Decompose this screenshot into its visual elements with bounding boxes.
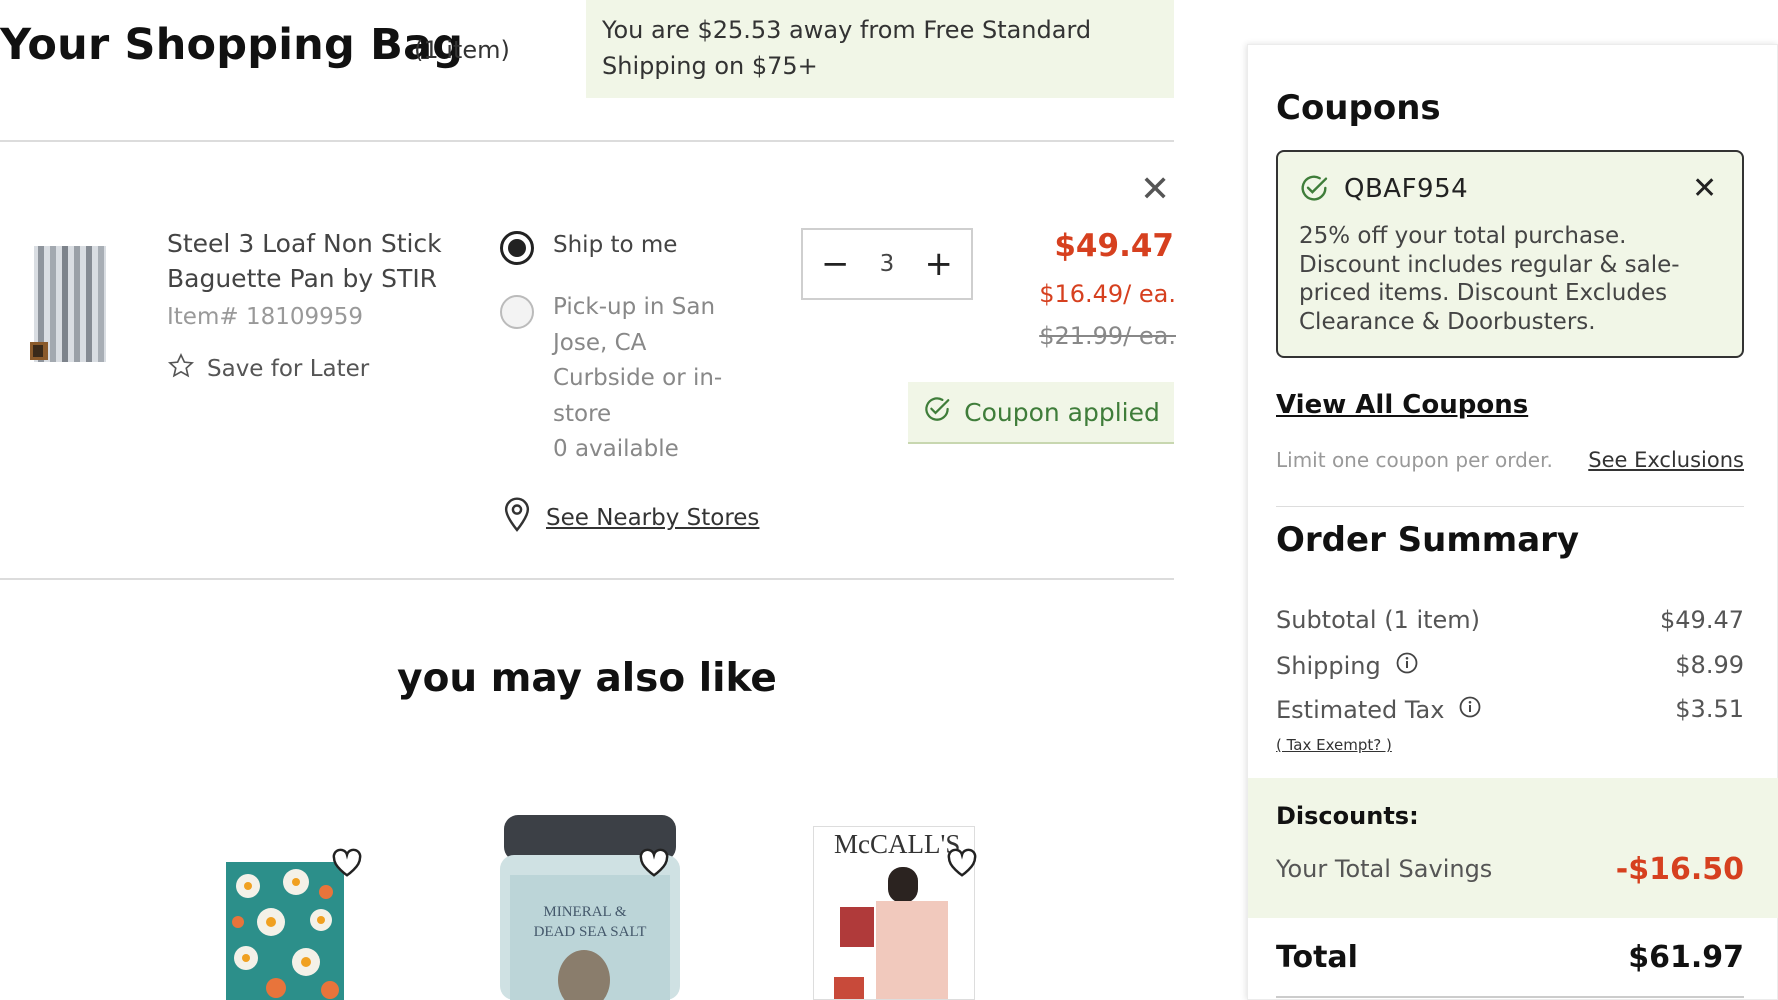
- total-savings-value: -$16.50: [1615, 852, 1744, 887]
- remove-item-close-icon[interactable]: ✕: [1140, 172, 1170, 208]
- check-circle-icon: [922, 394, 952, 430]
- view-all-coupons-link[interactable]: View All Coupons: [1276, 390, 1528, 420]
- recommendations-title: you may also like: [397, 656, 777, 701]
- tax-exempt-link[interactable]: ( Tax Exempt? ): [1276, 736, 1392, 754]
- subtotal-value: $49.47: [1660, 606, 1744, 634]
- save-for-later-label: Save for Later: [207, 356, 370, 382]
- coupons-title: Coupons: [1276, 88, 1441, 128]
- salt-label-line2: DEAD SEA SALT: [533, 924, 647, 940]
- tax-label-text: Estimated Tax: [1276, 696, 1445, 724]
- wishlist-heart-icon[interactable]: [637, 848, 671, 878]
- pickup-radio[interactable]: [500, 295, 534, 329]
- coupon-limit-note: Limit one coupon per order.: [1276, 448, 1553, 472]
- shipping-label-text: Shipping: [1276, 652, 1381, 680]
- increase-quantity-plus-icon[interactable]: +: [924, 247, 953, 281]
- ship-to-me-radio[interactable]: [500, 231, 534, 265]
- quantity-stepper: − 3 +: [801, 228, 973, 300]
- pickup-line: Jose, CA: [553, 329, 647, 356]
- coupon-applied-badge: Coupon applied: [908, 382, 1174, 444]
- coupon-code: QBAF954: [1344, 174, 1469, 204]
- see-nearby-stores-link[interactable]: See Nearby Stores: [500, 496, 759, 540]
- divider: [0, 578, 1174, 580]
- save-for-later-button[interactable]: Save for Later: [167, 352, 369, 386]
- quantity-value[interactable]: 3: [880, 251, 895, 277]
- free-shipping-line2: Shipping on $75+: [602, 52, 818, 80]
- info-icon[interactable]: [1395, 651, 1419, 681]
- item-count: (1 item): [414, 36, 510, 64]
- discounts-section: [1248, 778, 1778, 918]
- divider: [0, 140, 1174, 142]
- pickup-line: Pick-up in San: [553, 294, 716, 320]
- order-total-value: $61.97: [1628, 940, 1744, 975]
- see-nearby-stores-label[interactable]: See Nearby Stores: [546, 505, 759, 531]
- subtotal-label: Subtotal (1 item): [1276, 606, 1480, 634]
- product-image[interactable]: [28, 242, 112, 366]
- tax-value: $3.51: [1675, 695, 1744, 723]
- coupon-applied-label: Coupon applied: [964, 397, 1160, 427]
- free-shipping-line1: You are $25.53 away from Free Standard: [602, 16, 1092, 44]
- discounts-title: Discounts:: [1276, 802, 1419, 830]
- info-icon[interactable]: [1458, 695, 1482, 725]
- item-number: Item# 18109959: [167, 304, 364, 330]
- location-pin-icon: [500, 496, 534, 540]
- divider: [1276, 506, 1744, 507]
- tax-label: Estimated Tax: [1276, 695, 1482, 725]
- free-shipping-banner: You are $25.53 away from Free Standard S…: [586, 0, 1174, 98]
- coupon-description: 25% off your total purchase. Discount in…: [1299, 223, 1680, 335]
- wishlist-heart-icon[interactable]: [330, 848, 364, 878]
- decrease-quantity-minus-icon[interactable]: −: [821, 247, 850, 281]
- recommendation-card[interactable]: [226, 862, 344, 1000]
- pickup-option-text: Pick-up in San Jose, CA Curbside or in- …: [553, 290, 773, 468]
- order-total-label: Total: [1276, 940, 1358, 975]
- see-exclusions-link[interactable]: See Exclusions: [1588, 448, 1744, 472]
- subtotal-label-text: Subtotal (1 item): [1276, 606, 1481, 634]
- star-icon: [167, 352, 195, 386]
- shipping-label: Shipping: [1276, 651, 1419, 681]
- unit-price: $16.49/ ea.: [1039, 280, 1176, 308]
- page-title: Your Shopping Bag: [0, 20, 464, 70]
- product-name[interactable]: Steel 3 Loaf Non Stick Baguette Pan by S…: [167, 226, 457, 296]
- shipping-value: $8.99: [1675, 651, 1744, 679]
- order-summary-title: Order Summary: [1276, 520, 1580, 560]
- wishlist-heart-icon[interactable]: [945, 848, 979, 878]
- pickup-line: store: [553, 400, 612, 427]
- item-total-price: $49.47: [1054, 228, 1174, 264]
- remove-coupon-close-icon[interactable]: ✕: [1692, 174, 1717, 204]
- mccalls-logo: McCALL'S: [834, 829, 961, 859]
- salt-label-line1: MINERAL &: [543, 904, 627, 920]
- original-unit-price: $21.99/ ea.: [1039, 322, 1176, 350]
- check-circle-icon: [1298, 172, 1330, 208]
- divider: [1276, 996, 1744, 998]
- pickup-availability: 0 available: [553, 436, 679, 462]
- total-savings-label: Your Total Savings: [1276, 855, 1493, 883]
- ship-to-me-label[interactable]: Ship to me: [553, 232, 677, 258]
- pickup-line: Curbside or in-: [553, 365, 723, 391]
